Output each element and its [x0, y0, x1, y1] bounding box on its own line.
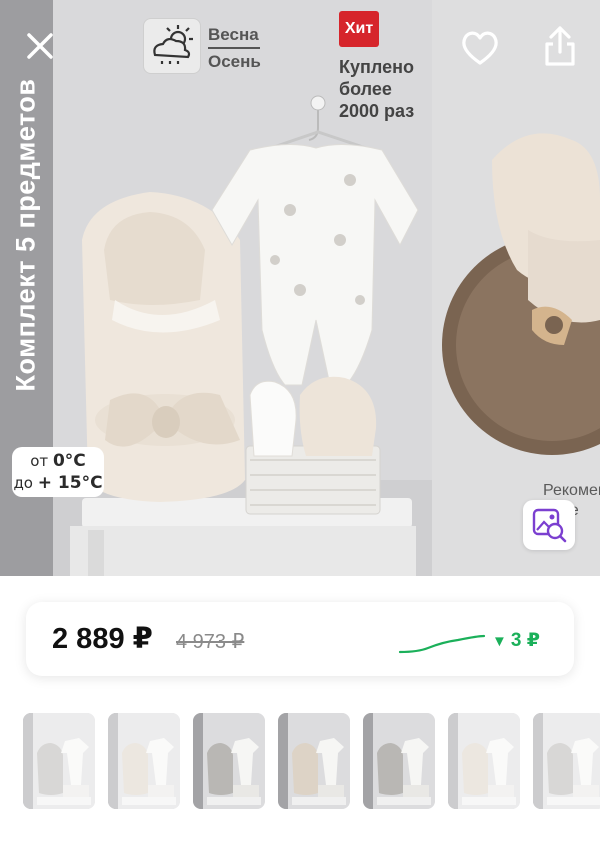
thumbnail-image	[278, 713, 350, 809]
temp-from-value: 0°C	[52, 451, 86, 471]
season-line-1: Весна	[208, 25, 259, 44]
price-card[interactable]: 2 889 ₽ 4 973 ₽ ▼ 3 ₽	[26, 602, 574, 676]
thumbnail-2[interactable]	[108, 713, 180, 809]
temp-from-label: от	[30, 452, 53, 470]
visual-search-button[interactable]	[523, 500, 575, 550]
share-button[interactable]	[540, 24, 580, 68]
price-change: ▼ 3 ₽	[492, 629, 540, 652]
season-line-2: Осень	[208, 52, 261, 71]
heart-icon	[462, 31, 498, 65]
thumbnail-shade	[23, 713, 95, 809]
thumbnail-image	[363, 713, 435, 809]
sold-line-1: Куплено	[339, 57, 414, 77]
season-divider	[208, 47, 260, 49]
sold-line-2: более	[339, 79, 392, 99]
product-gallery[interactable]: Комплект 5 предметов от 0°C до + 15°C Ве…	[0, 0, 600, 576]
thumbnail-4[interactable]	[278, 713, 350, 809]
next-caption-line-1: Рекомен	[543, 482, 600, 499]
share-icon	[545, 26, 575, 66]
sold-count-label: Куплено более 2000 раз	[339, 56, 414, 122]
vertical-title: Комплект 5 предметов	[10, 78, 41, 392]
thumbnail-strip[interactable]	[0, 713, 600, 813]
thumbnail-7[interactable]	[533, 713, 600, 809]
temp-to-label: до	[13, 474, 38, 492]
current-price: 2 889 ₽	[52, 623, 153, 655]
season-label: Весна Осень	[208, 23, 261, 74]
thumbnail-5[interactable]	[363, 713, 435, 809]
favorite-button[interactable]	[459, 28, 501, 68]
weather-cloud-sun-icon	[143, 18, 201, 74]
thumbnail-image	[193, 713, 265, 809]
thumbnail-6[interactable]	[448, 713, 520, 809]
thumbnail-1[interactable]	[23, 713, 95, 809]
close-button[interactable]	[24, 30, 56, 62]
sold-line-3: 2000 раз	[339, 101, 415, 121]
thumbnail-shade	[533, 713, 600, 809]
thumbnail-shade	[108, 713, 180, 809]
temperature-badge: от 0°C до + 15°C	[12, 447, 104, 497]
hit-badge: Хит	[339, 11, 379, 47]
close-icon	[27, 33, 53, 59]
price-change-value: 3 ₽	[510, 630, 540, 651]
thumbnail-3[interactable]	[193, 713, 265, 809]
thumbnail-shade	[448, 713, 520, 809]
old-price: 4 973 ₽	[176, 631, 245, 653]
price-down-icon: ▼	[492, 633, 507, 650]
image-search-icon	[532, 508, 567, 543]
temp-to-value: + 15°C	[37, 473, 103, 493]
